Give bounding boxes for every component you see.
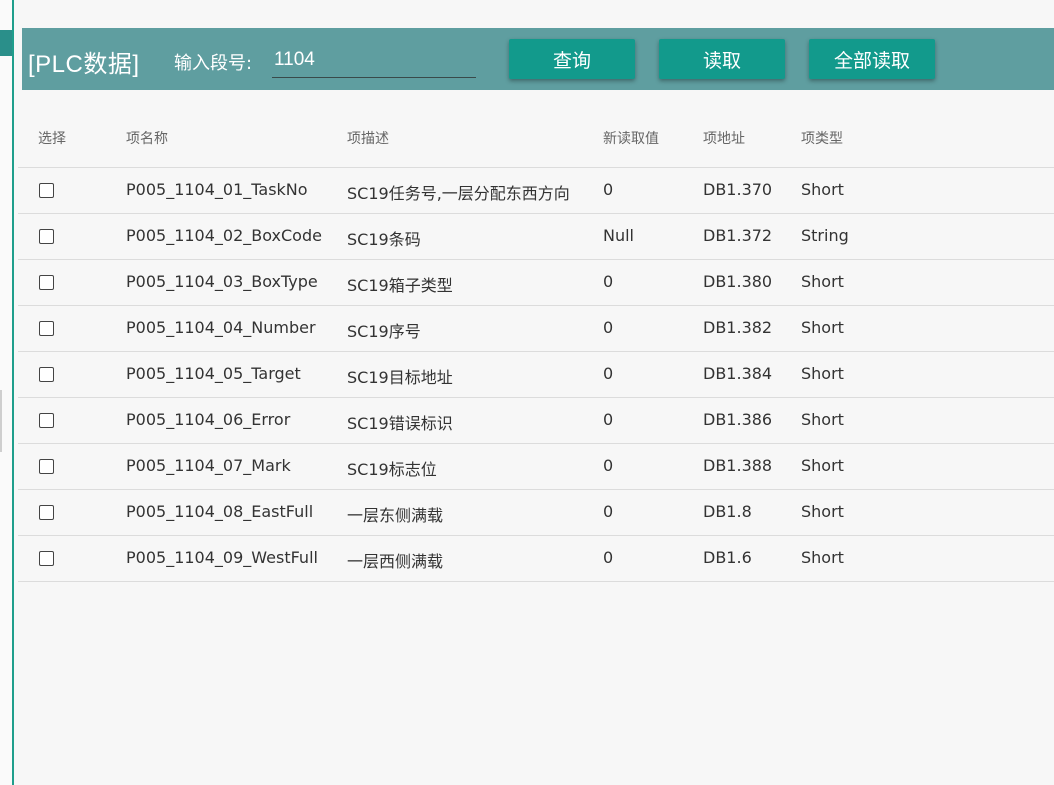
item-name-cell: P005_1104_08_EastFull [126, 502, 314, 521]
item-name-cell: P005_1104_07_Mark [126, 456, 291, 475]
left-panel-edge [0, 0, 14, 785]
item-name-cell: P005_1104_06_Error [126, 410, 291, 429]
page-title: [PLC数据] [28, 51, 140, 78]
left-scroll-marker [0, 390, 2, 452]
item-desc-cell: 一层西侧满载 [347, 552, 444, 571]
item-type-cell: Short [801, 502, 844, 521]
left-tab-marker [0, 30, 12, 56]
item-desc-cell: SC19错误标识 [347, 414, 453, 433]
item-name-cell: P005_1104_09_WestFull [126, 548, 318, 567]
column-header-name: 项名称 [126, 131, 168, 147]
row-select-checkbox[interactable] [39, 505, 54, 520]
table-row[interactable]: P005_1104_07_Mark SC19标志位 0 DB1.388 Short [18, 444, 1054, 490]
item-value-cell: 0 [603, 456, 614, 475]
table-row[interactable]: P005_1104_09_WestFull 一层西侧满载 0 DB1.6 Short [18, 536, 1054, 582]
row-select-checkbox[interactable] [39, 551, 54, 566]
item-type-cell: Short [801, 410, 844, 429]
item-address-cell: DB1.372 [703, 226, 773, 245]
item-address-cell: DB1.386 [703, 410, 773, 429]
row-select-checkbox[interactable] [39, 413, 54, 428]
item-address-cell: DB1.370 [703, 180, 773, 199]
item-desc-cell: SC19标志位 [347, 460, 437, 479]
row-select-checkbox[interactable] [39, 321, 54, 336]
row-select-checkbox[interactable] [39, 459, 54, 474]
item-type-cell: Short [801, 548, 844, 567]
item-type-cell: Short [801, 272, 844, 291]
table-row[interactable]: P005_1104_05_Target SC19目标地址 0 DB1.384 Short [18, 352, 1054, 398]
plc-data-table: 选择 项名称 项描述 新读取值 项地址 项类型 P005_1104_01_Tas… [18, 112, 1054, 582]
item-desc-cell: SC19条码 [347, 230, 421, 249]
row-select-checkbox[interactable] [39, 183, 54, 198]
item-name-cell: P005_1104_02_BoxCode [126, 226, 322, 245]
item-desc-cell: SC19箱子类型 [347, 276, 453, 295]
table-row[interactable]: P005_1104_06_Error SC19错误标识 0 DB1.386 Short [18, 398, 1054, 444]
table-row[interactable]: P005_1104_03_BoxType SC19箱子类型 0 DB1.380 Shor… [18, 260, 1054, 306]
item-address-cell: DB1.380 [703, 272, 773, 291]
query-button[interactable]: 查询 [509, 39, 635, 79]
item-type-cell: Short [801, 364, 844, 383]
table-row[interactable]: P005_1104_04_Number SC19序号 0 DB1.382 Short [18, 306, 1054, 352]
item-type-cell: String [801, 226, 849, 245]
read-button[interactable]: 读取 [659, 39, 785, 79]
item-desc-cell: 一层东侧满载 [347, 506, 444, 525]
item-value-cell: 0 [603, 364, 614, 383]
column-header-select: 选择 [38, 131, 66, 147]
row-select-checkbox[interactable] [39, 367, 54, 382]
column-header-desc: 项描述 [347, 131, 389, 147]
item-address-cell: DB1.384 [703, 364, 773, 383]
row-select-checkbox[interactable] [39, 229, 54, 244]
item-type-cell: Short [801, 456, 844, 475]
item-value-cell: 0 [603, 272, 614, 291]
item-name-cell: P005_1104_01_TaskNo [126, 180, 308, 199]
item-desc-cell: SC19序号 [347, 322, 421, 341]
item-desc-cell: SC19目标地址 [347, 368, 453, 387]
item-type-cell: Short [801, 318, 844, 337]
item-value-cell: Null [603, 226, 634, 245]
column-header-address: 项地址 [703, 131, 745, 147]
item-address-cell: DB1.388 [703, 456, 773, 475]
item-name-cell: P005_1104_03_BoxType [126, 272, 318, 291]
table-row[interactable]: P005_1104_02_BoxCode SC19条码 Null DB1.372 Str… [18, 214, 1054, 260]
panel-divider [12, 0, 14, 785]
item-value-cell: 0 [603, 502, 614, 521]
item-address-cell: DB1.382 [703, 318, 773, 337]
item-address-cell: DB1.8 [703, 502, 752, 521]
item-value-cell: 0 [603, 410, 614, 429]
table-header: 选择 项名称 项描述 新读取值 项地址 项类型 [18, 112, 1054, 168]
column-header-type: 项类型 [801, 131, 843, 147]
column-header-value: 新读取值 [603, 131, 659, 147]
read-all-button[interactable]: 全部读取 [809, 39, 935, 79]
toolbar: [PLC数据] 输入段号: 查询 读取 全部读取 [22, 28, 1054, 90]
item-value-cell: 0 [603, 180, 614, 199]
item-desc-cell: SC19任务号,一层分配东西方向 [347, 184, 570, 203]
item-name-cell: P005_1104_05_Target [126, 364, 301, 383]
segment-input[interactable] [272, 43, 476, 78]
item-value-cell: 0 [603, 318, 614, 337]
item-address-cell: DB1.6 [703, 548, 752, 567]
table-row[interactable]: P005_1104_08_EastFull 一层东侧满载 0 DB1.8 Short [18, 490, 1054, 536]
row-select-checkbox[interactable] [39, 275, 54, 290]
item-type-cell: Short [801, 180, 844, 199]
item-value-cell: 0 [603, 548, 614, 567]
segment-label: 输入段号: [174, 53, 253, 74]
table-row[interactable]: P005_1104_01_TaskNo SC19任务号,一层分配东西方向 0 DB1.… [18, 168, 1054, 214]
item-name-cell: P005_1104_04_Number [126, 318, 316, 337]
